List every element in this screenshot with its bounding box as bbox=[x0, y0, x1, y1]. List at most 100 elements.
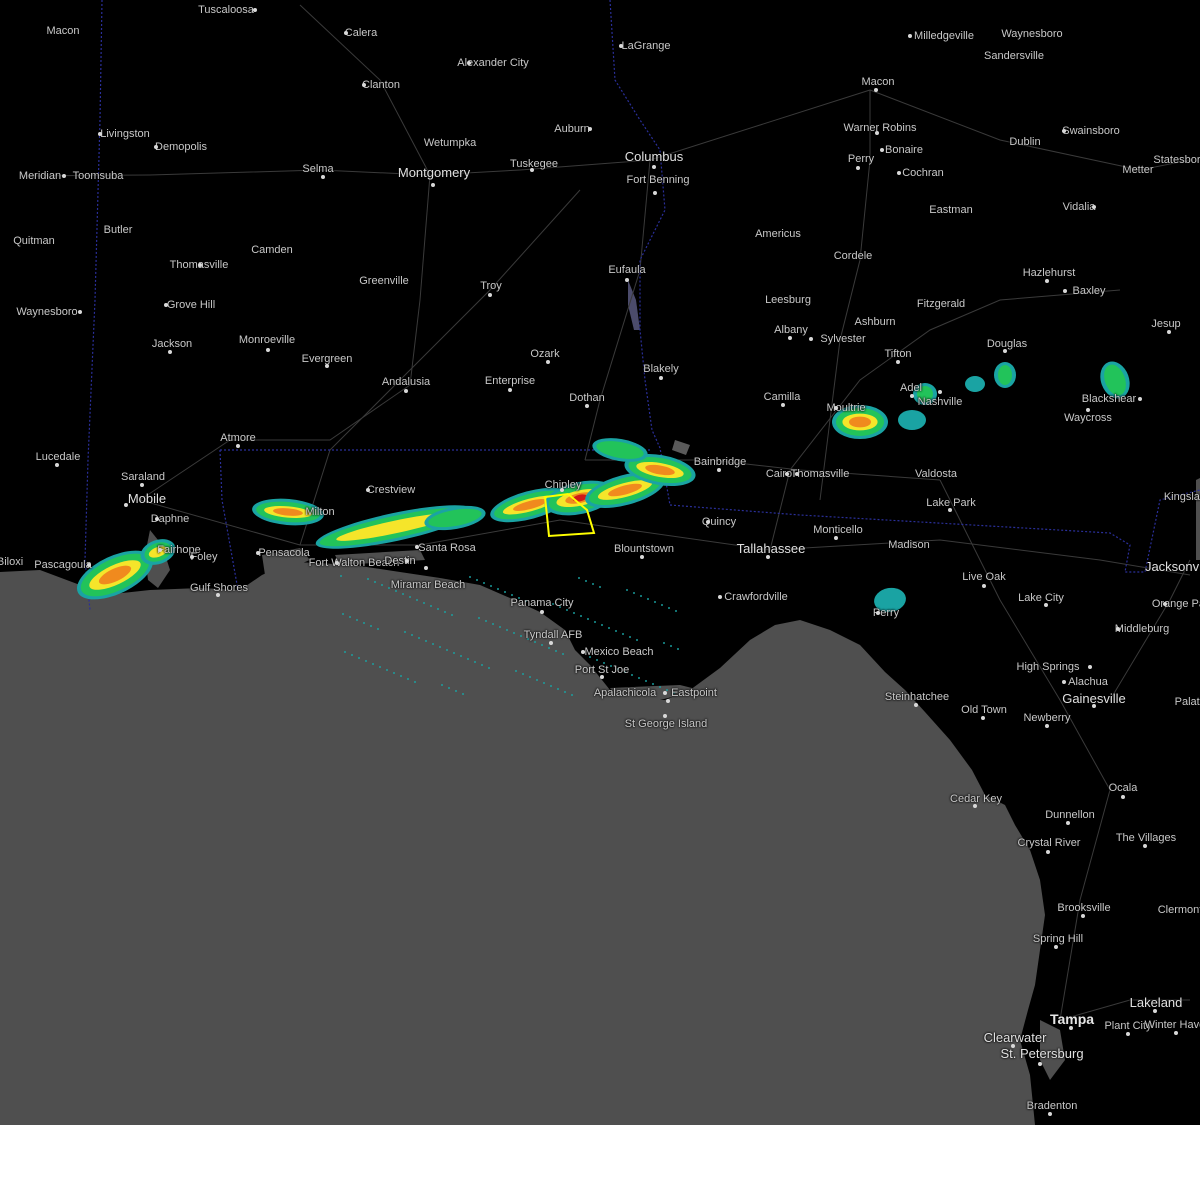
city-label: Bonaire bbox=[885, 144, 923, 156]
radar-speckle bbox=[372, 663, 374, 665]
city-dot bbox=[1062, 680, 1066, 684]
city-label: Quitman bbox=[13, 235, 55, 247]
city-dot bbox=[55, 463, 59, 467]
radar-speckle bbox=[469, 576, 471, 578]
radar-speckle bbox=[414, 681, 416, 683]
city-dot bbox=[325, 364, 329, 368]
radar-speckle bbox=[386, 669, 388, 671]
city-label: Lake Park bbox=[926, 497, 976, 509]
radar-speckle bbox=[522, 673, 524, 675]
radar-speckle bbox=[430, 605, 432, 607]
city-label: Newberry bbox=[1023, 712, 1071, 724]
city-dot bbox=[1046, 850, 1050, 854]
city-dot bbox=[1045, 724, 1049, 728]
radar-speckle bbox=[622, 633, 624, 635]
radar-echo-light bbox=[898, 410, 926, 430]
city-label: Jacksonville bbox=[1144, 559, 1200, 574]
city-dot bbox=[897, 171, 901, 175]
city-dot bbox=[652, 165, 656, 169]
city-label: Miramar Beach bbox=[390, 579, 466, 591]
city-dot bbox=[1054, 945, 1058, 949]
city-dot bbox=[880, 148, 884, 152]
city-label: Statesboro bbox=[1153, 154, 1200, 166]
city-label: Clearwater bbox=[983, 1030, 1047, 1045]
radar-speckle bbox=[638, 677, 640, 679]
city-dot bbox=[405, 559, 409, 563]
city-dot bbox=[1045, 279, 1049, 283]
city-dot bbox=[140, 483, 144, 487]
radar-speckle bbox=[513, 632, 515, 634]
city-label: Jesup bbox=[1151, 318, 1181, 330]
city-dot bbox=[795, 472, 799, 476]
city-dot bbox=[781, 403, 785, 407]
radar-speckle bbox=[446, 649, 448, 651]
city-label: Waycross bbox=[1064, 412, 1112, 424]
radar-speckle bbox=[562, 653, 564, 655]
city-label: Valdosta bbox=[915, 468, 957, 480]
radar-speckle bbox=[344, 651, 346, 653]
city-dot bbox=[78, 310, 82, 314]
radar-speckle bbox=[548, 647, 550, 649]
radar-map[interactable]: Tuscaloosa Macon Calera LaGrange Milledgevil… bbox=[0, 0, 1200, 1125]
radar-speckle bbox=[668, 607, 670, 609]
city-label: Mexico Beach bbox=[584, 646, 654, 658]
radar-speckle bbox=[663, 642, 665, 644]
city-dot bbox=[896, 360, 900, 364]
city-label: LaGrange bbox=[621, 40, 671, 52]
city-label: Winter Haven bbox=[1144, 1019, 1200, 1031]
city-dot bbox=[540, 610, 544, 614]
city-label: Greenville bbox=[359, 275, 409, 287]
city-dot bbox=[216, 593, 220, 597]
city-dot bbox=[663, 691, 667, 695]
city-label: Sylvester bbox=[820, 333, 866, 345]
city-label: Demopolis bbox=[155, 141, 207, 153]
city-dot bbox=[253, 8, 257, 12]
city-label: Meridian bbox=[18, 170, 62, 182]
city-label: Moultrie bbox=[826, 402, 866, 414]
city-dot bbox=[625, 278, 629, 282]
city-dot bbox=[366, 488, 370, 492]
city-dot bbox=[1167, 330, 1171, 334]
city-dot bbox=[508, 388, 512, 392]
radar-speckle bbox=[483, 582, 485, 584]
city-dot bbox=[1116, 627, 1120, 631]
city-label: Saraland bbox=[120, 471, 166, 483]
city-label: Spring Hill bbox=[1032, 933, 1084, 945]
radar-speckle bbox=[520, 635, 522, 637]
radar-speckle bbox=[453, 652, 455, 654]
city-dot bbox=[1163, 602, 1167, 606]
radar-speckle bbox=[455, 690, 457, 692]
city-label: St George Island bbox=[624, 718, 708, 730]
city-label: Live Oak bbox=[962, 571, 1006, 583]
city-dot bbox=[1088, 665, 1092, 669]
radar-speckle bbox=[659, 686, 661, 688]
city-dot bbox=[809, 337, 813, 341]
city-label: Pensacola bbox=[258, 547, 310, 559]
city-label: Bradenton bbox=[1026, 1100, 1078, 1112]
city-dot bbox=[236, 444, 240, 448]
radar-speckle bbox=[566, 609, 568, 611]
city-dot bbox=[335, 561, 339, 565]
city-label: Livingston bbox=[100, 128, 150, 140]
city-label: Biloxi bbox=[0, 556, 24, 568]
radar-speckle bbox=[476, 579, 478, 581]
radar-speckle bbox=[571, 694, 573, 696]
city-label: Atmore bbox=[220, 432, 256, 444]
city-label: Panama City bbox=[510, 597, 574, 609]
city-label: Douglas bbox=[986, 338, 1028, 350]
radar-speckle bbox=[497, 588, 499, 590]
city-label: Blackshear bbox=[1081, 393, 1137, 405]
city-label: Middleburg bbox=[1114, 623, 1170, 635]
city-label: Dublin bbox=[1009, 136, 1041, 148]
city-label: Toomsuba bbox=[72, 170, 124, 182]
city-label: Butler bbox=[103, 224, 133, 236]
city-dot bbox=[530, 168, 534, 172]
city-label: Eastpoint bbox=[671, 687, 717, 699]
city-label: Blountstown bbox=[614, 543, 674, 555]
city-dot bbox=[266, 348, 270, 352]
radar-speckle bbox=[564, 691, 566, 693]
city-label: Tyndall AFB bbox=[523, 629, 583, 641]
radar-speckle bbox=[492, 623, 494, 625]
radar-speckle bbox=[587, 618, 589, 620]
radar-speckle bbox=[515, 670, 517, 672]
